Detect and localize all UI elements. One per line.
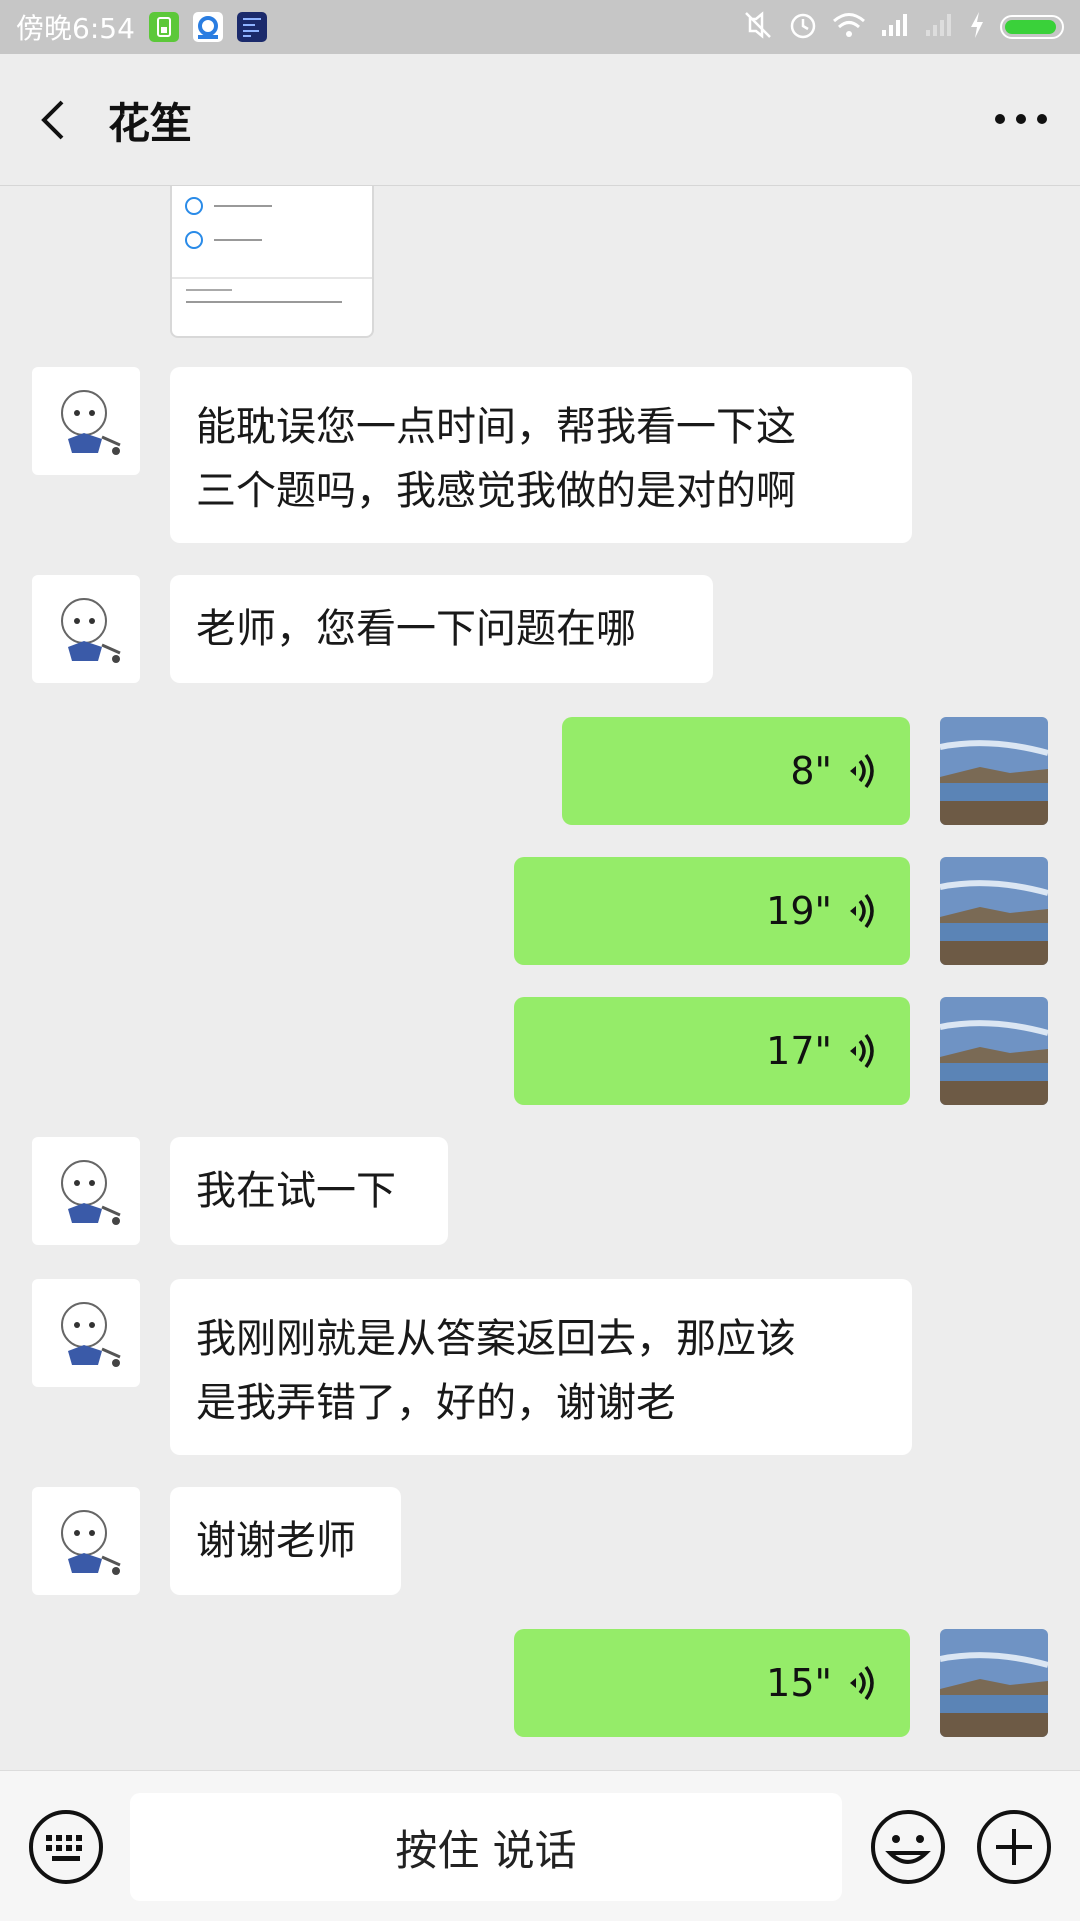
plus-icon bbox=[977, 1810, 1051, 1884]
voice-message[interactable]: 17" bbox=[514, 997, 910, 1105]
signal-2-icon bbox=[924, 12, 954, 42]
voice-wave-icon bbox=[850, 1665, 874, 1701]
wifi-icon bbox=[832, 11, 866, 43]
anime-character-avatar bbox=[61, 1302, 121, 1367]
peer-avatar[interactable] bbox=[32, 367, 140, 475]
hold-to-talk-button[interactable]: 按住 说话 bbox=[130, 1793, 842, 1901]
text-message[interactable]: 谢谢老师 bbox=[170, 1487, 401, 1595]
text-message[interactable]: 我刚刚就是从答案返回去，那应该 是我弄错了，好的，谢谢老 bbox=[170, 1279, 912, 1455]
my-avatar[interactable] bbox=[940, 997, 1048, 1105]
sim-app-icon bbox=[148, 12, 179, 42]
voice-message[interactable]: 8" bbox=[562, 717, 910, 825]
lake-landscape-avatar bbox=[940, 717, 1048, 825]
voice-duration: 8" bbox=[790, 749, 832, 793]
battery-level bbox=[1005, 20, 1056, 34]
qq-browser-icon bbox=[192, 12, 223, 42]
app-icon bbox=[236, 12, 267, 42]
status-bar: 傍晚6:54 bbox=[0, 0, 1080, 54]
keyboard-button[interactable] bbox=[26, 1807, 106, 1887]
emoji-button[interactable] bbox=[868, 1807, 948, 1887]
lake-landscape-avatar bbox=[940, 857, 1048, 965]
text-message[interactable]: 我在试一下 bbox=[170, 1137, 448, 1245]
voice-duration: 19" bbox=[766, 889, 832, 933]
status-time: 傍晚6:54 bbox=[16, 12, 135, 45]
text-message[interactable]: 能耽误您一点时间，帮我看一下这 三个题吗，我感觉我做的是对的啊 bbox=[170, 367, 912, 543]
anime-character-avatar bbox=[61, 390, 121, 455]
more-dots-icon bbox=[995, 114, 1047, 124]
mute-icon bbox=[742, 9, 774, 45]
back-button[interactable] bbox=[30, 92, 80, 148]
peer-avatar[interactable] bbox=[32, 1279, 140, 1387]
voice-message[interactable]: 15" bbox=[514, 1629, 910, 1737]
input-bar: 按住 说话 bbox=[0, 1770, 1080, 1921]
voice-duration: 17" bbox=[766, 1029, 832, 1073]
lake-landscape-avatar bbox=[940, 1629, 1048, 1737]
peer-avatar[interactable] bbox=[32, 1137, 140, 1245]
chat-title: 花笙 bbox=[108, 99, 193, 148]
chevron-left-icon bbox=[41, 100, 64, 140]
question-screenshot bbox=[172, 197, 372, 303]
more-button[interactable] bbox=[986, 94, 1056, 144]
peer-avatar[interactable] bbox=[32, 575, 140, 683]
lake-landscape-avatar bbox=[940, 997, 1048, 1105]
image-message[interactable] bbox=[170, 186, 374, 338]
chat-header: 花笙 bbox=[0, 54, 1080, 186]
my-avatar[interactable] bbox=[940, 1629, 1048, 1737]
voice-wave-icon bbox=[850, 753, 874, 789]
voice-duration: 15" bbox=[766, 1661, 832, 1705]
anime-character-avatar bbox=[61, 1160, 121, 1225]
my-avatar[interactable] bbox=[940, 717, 1048, 825]
charging-icon bbox=[968, 11, 986, 43]
text-message[interactable]: 老师，您看一下问题在哪 bbox=[170, 575, 713, 683]
chat-area[interactable]: 能耽误您一点时间，帮我看一下这 三个题吗，我感觉我做的是对的啊 老师，您看一下问… bbox=[0, 186, 1080, 1770]
alarm-icon bbox=[788, 10, 818, 44]
battery-icon bbox=[1000, 15, 1064, 39]
voice-wave-icon bbox=[850, 893, 874, 929]
my-avatar[interactable] bbox=[940, 857, 1048, 965]
signal-icon bbox=[880, 12, 910, 42]
emoji-icon bbox=[871, 1810, 945, 1884]
keyboard-icon bbox=[29, 1810, 103, 1884]
more-functions-button[interactable] bbox=[974, 1807, 1054, 1887]
peer-avatar[interactable] bbox=[32, 1487, 140, 1595]
voice-wave-icon bbox=[850, 1033, 874, 1069]
anime-character-avatar bbox=[61, 598, 121, 663]
anime-character-avatar bbox=[61, 1510, 121, 1575]
voice-message[interactable]: 19" bbox=[514, 857, 910, 965]
